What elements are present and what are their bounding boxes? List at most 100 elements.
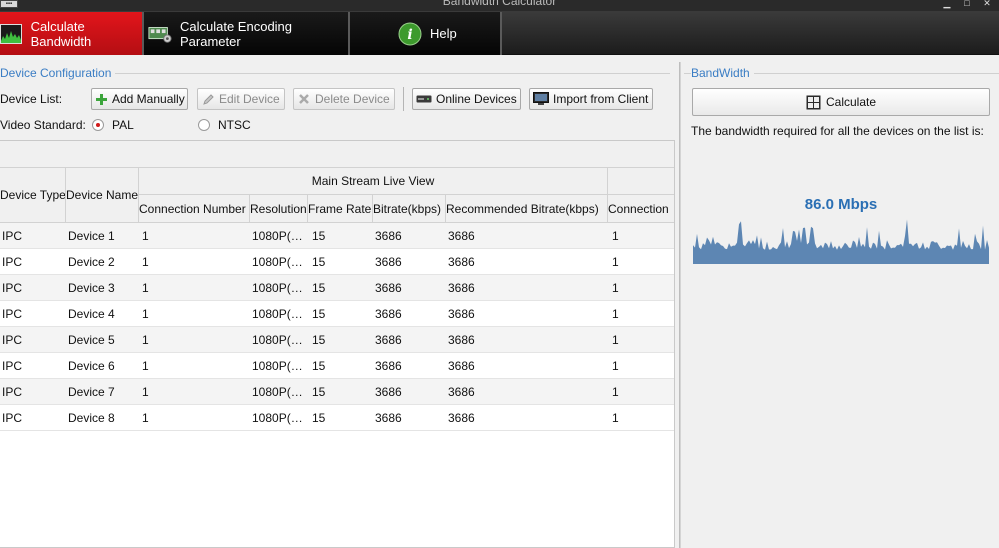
maximize-icon[interactable]: □ [960, 0, 974, 8]
cell-device-name: Device 5 [68, 333, 115, 347]
plus-icon [95, 92, 108, 106]
pal-radio[interactable] [92, 119, 104, 131]
title-bar: ▪▪▪ Bandwidth Calculator ▁ □ ✕ [0, 0, 999, 11]
cell-connection: 1 [612, 385, 619, 399]
table-row[interactable]: IPC Device 2 1 1080P(… 15 3686 3686 1 [0, 249, 674, 275]
bandwidth-group-label: BandWidth [691, 66, 754, 80]
ntsc-radio[interactable] [198, 119, 210, 131]
pencil-icon [201, 92, 215, 106]
tab-help[interactable]: i Help [350, 12, 500, 55]
cell-device-name: Device 4 [68, 307, 115, 321]
table-row[interactable]: IPC Device 8 1 1080P(… 15 3686 3686 1 [0, 405, 674, 431]
bandwidth-description: The bandwidth required for all the devic… [691, 124, 984, 138]
cell-connection-number: 1 [142, 333, 149, 347]
cell-connection-number: 1 [142, 385, 149, 399]
ntsc-radio-label: NTSC [218, 118, 251, 132]
calculator-icon [806, 95, 821, 110]
cell-connection-number: 1 [142, 359, 149, 373]
cell-bitrate: 3686 [375, 359, 402, 373]
column-header-resolution[interactable]: Resolution [250, 195, 308, 223]
svg-text:i: i [407, 27, 412, 43]
window-title: Bandwidth Calculator [442, 0, 557, 8]
bandwidth-chart-icon [0, 23, 23, 45]
cell-device-type: IPC [2, 229, 23, 243]
cell-bitrate: 3686 [375, 255, 402, 269]
close-icon[interactable]: ✕ [980, 0, 994, 8]
cell-resolution: 1080P(… [252, 385, 303, 399]
cell-recommended-bitrate: 3686 [448, 307, 475, 321]
cell-device-type: IPC [2, 333, 23, 347]
column-header-frame-rate[interactable]: Frame Rate [308, 195, 373, 223]
cell-recommended-bitrate: 3686 [448, 411, 475, 425]
cell-connection: 1 [612, 229, 619, 243]
tab-calculate-bandwidth[interactable]: Calculate Bandwidth [0, 12, 142, 55]
cell-device-type: IPC [2, 307, 23, 321]
cell-recommended-bitrate: 3686 [448, 359, 475, 373]
edit-device-button[interactable]: Edit Device [197, 88, 285, 110]
delete-x-icon [297, 92, 311, 106]
cell-connection: 1 [612, 255, 619, 269]
cell-device-name: Device 8 [68, 411, 115, 425]
cell-frame-rate: 15 [312, 281, 326, 295]
tab-label: Help [430, 26, 457, 41]
cell-connection: 1 [612, 359, 619, 373]
cell-device-name: Device 7 [68, 385, 115, 399]
encoding-board-icon [148, 23, 172, 45]
delete-device-button[interactable]: Delete Device [293, 88, 395, 110]
table-row[interactable]: IPC Device 1 1 1080P(… 15 3686 3686 1 [0, 223, 674, 249]
cell-device-name: Device 2 [68, 255, 115, 269]
cell-recommended-bitrate: 3686 [448, 385, 475, 399]
device-box-icon [416, 92, 432, 106]
device-configuration-label: Device Configuration [0, 66, 116, 80]
cell-bitrate: 3686 [375, 411, 402, 425]
pal-radio-label: PAL [112, 118, 134, 132]
add-manually-button[interactable]: Add Manually [91, 88, 188, 110]
column-header-device-type[interactable]: Device Type [0, 168, 66, 223]
cell-recommended-bitrate: 3686 [448, 255, 475, 269]
table-row[interactable]: IPC Device 3 1 1080P(… 15 3686 3686 1 [0, 275, 674, 301]
table-row[interactable]: IPC Device 5 1 1080P(… 15 3686 3686 1 [0, 327, 674, 353]
monitor-icon [533, 92, 549, 106]
column-header-connection[interactable]: Connection [608, 195, 674, 223]
cell-bitrate: 3686 [375, 229, 402, 243]
cell-frame-rate: 15 [312, 255, 326, 269]
cell-frame-rate: 15 [312, 307, 326, 321]
column-header-recommended-bitrate[interactable]: Recommended Bitrate(kbps) [446, 195, 608, 223]
tab-bar: Calculate Bandwidth Calculate Encoding P… [0, 11, 999, 55]
column-header-connection-number[interactable]: Connection Number [139, 195, 250, 223]
table-row[interactable]: IPC Device 6 1 1080P(… 15 3686 3686 1 [0, 353, 674, 379]
cell-frame-rate: 15 [312, 229, 326, 243]
table-row[interactable]: IPC Device 7 1 1080P(… 15 3686 3686 1 [0, 379, 674, 405]
cell-connection-number: 1 [142, 229, 149, 243]
cell-device-type: IPC [2, 255, 23, 269]
cell-frame-rate: 15 [312, 359, 326, 373]
cell-resolution: 1080P(… [252, 307, 303, 321]
cell-resolution: 1080P(… [252, 359, 303, 373]
cell-device-name: Device 3 [68, 281, 115, 295]
column-header-device-name[interactable]: Device Name [66, 168, 139, 223]
column-header-bitrate[interactable]: Bitrate(kbps) [373, 195, 446, 223]
tab-label: Calculate Encoding Parameter [180, 18, 293, 49]
import-from-client-button[interactable]: Import from Client [529, 88, 653, 110]
table-row[interactable]: IPC Device 4 1 1080P(… 15 3686 3686 1 [0, 301, 674, 327]
cell-connection-number: 1 [142, 411, 149, 425]
tab-divider [500, 12, 502, 55]
online-devices-button[interactable]: Online Devices [412, 88, 521, 110]
panel-divider[interactable] [679, 62, 681, 548]
cell-device-type: IPC [2, 411, 23, 425]
cell-connection-number: 1 [142, 281, 149, 295]
cell-bitrate: 3686 [375, 281, 402, 295]
main-stream-live-view-header: Main Stream Live View [139, 168, 608, 195]
minimize-icon[interactable]: ▁ [940, 0, 954, 8]
cell-bitrate: 3686 [375, 307, 402, 321]
cell-connection-number: 1 [142, 255, 149, 269]
cell-resolution: 1080P(… [252, 281, 303, 295]
cell-frame-rate: 15 [312, 333, 326, 347]
cell-recommended-bitrate: 3686 [448, 333, 475, 347]
calculate-button[interactable]: Calculate [692, 88, 990, 116]
tab-calculate-encoding-parameter[interactable]: Calculate Encoding Parameter [144, 12, 348, 55]
cell-recommended-bitrate: 3686 [448, 229, 475, 243]
header-top-spacer [0, 141, 674, 168]
device-table: Device Type Device Name Main Stream Live… [0, 140, 675, 548]
tab-label: Calculate Bandwidth [30, 18, 92, 49]
